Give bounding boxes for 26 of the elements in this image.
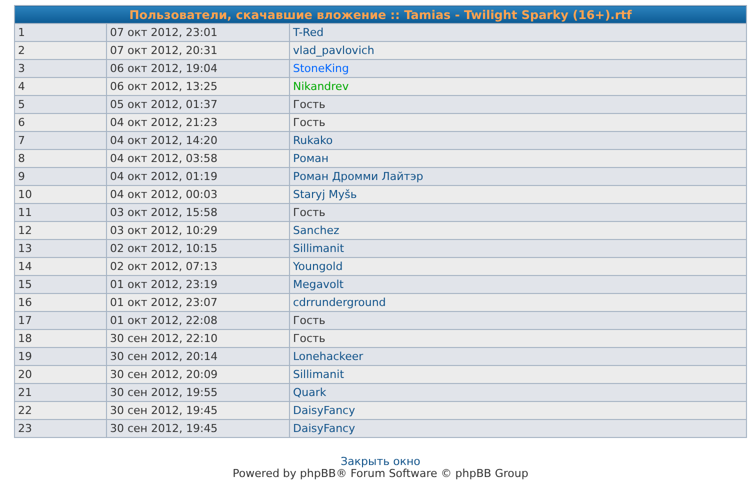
guest-name: Гость: [293, 314, 326, 326]
user-link[interactable]: Youngold: [293, 260, 343, 272]
user-link[interactable]: Роман: [293, 152, 329, 164]
user-link[interactable]: Lonehackeer: [293, 350, 364, 362]
user-link[interactable]: Sillimanit: [293, 368, 344, 380]
guest-name: Гость: [293, 332, 326, 344]
guest-name: Гость: [293, 116, 326, 128]
user-link[interactable]: Quark: [293, 386, 326, 398]
table-cell: 30 сен 2012, 19:45: [106, 420, 290, 438]
user-link[interactable]: StoneKing: [293, 62, 349, 74]
user-link[interactable]: Megavolt: [293, 278, 344, 290]
user-link[interactable]: T-Red: [293, 26, 324, 38]
user-link[interactable]: Sillimanit: [293, 242, 344, 254]
user-link[interactable]: vlad_pavlovich: [293, 44, 374, 56]
guest-name: Гость: [293, 98, 326, 110]
user-link[interactable]: Sanchez: [293, 224, 340, 236]
user-link[interactable]: Rukako: [293, 134, 333, 146]
table-cell: 23: [14, 420, 106, 438]
copyright-text: Powered by phpBB® Forum Software © phpBB Group: [232, 468, 530, 480]
table-title: Пользователи, скачавшие вложение :: Tamias - Twilight Sparky (16+).rtf: [14, 6, 746, 24]
user-link[interactable]: DaisyFancy: [293, 422, 356, 434]
user-link[interactable]: cdrrunderground: [293, 296, 386, 308]
user-link[interactable]: Staryj Myšь: [293, 188, 357, 200]
user-link[interactable]: DaisyFancy: [293, 404, 356, 416]
guest-name: Гость: [293, 206, 326, 218]
close-window-link[interactable]: Закрыть окно: [340, 455, 420, 468]
